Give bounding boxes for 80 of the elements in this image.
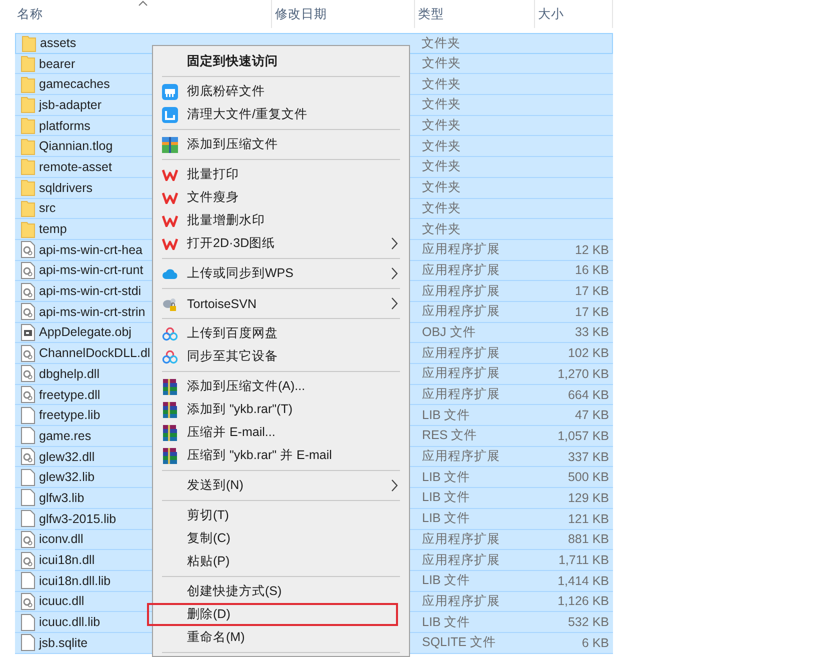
file-type: 文件夹 <box>422 220 461 238</box>
file-name: game.res <box>39 428 92 443</box>
file-name: icuuc.dll.lib <box>39 615 100 630</box>
file-size: 121 KB <box>568 512 609 526</box>
file-name: jsb.sqlite <box>39 636 88 650</box>
file-name: icui18n.dll <box>39 553 95 568</box>
file-name: gamecaches <box>39 77 110 92</box>
file-size: 337 KB <box>568 450 609 464</box>
file-size: 532 KB <box>568 615 609 630</box>
file-size: 881 KB <box>568 532 609 546</box>
file-type: 文件夹 <box>422 96 461 114</box>
file-size: 17 KB <box>574 284 609 298</box>
file-type: LIB 文件 <box>422 572 470 590</box>
file-type: OBJ 文件 <box>422 324 476 341</box>
file-type: 应用程序扩展 <box>422 530 500 548</box>
file-size: 500 KB <box>568 470 609 484</box>
file-name: ChannelDockDLL.dl <box>39 346 150 360</box>
file-type: 文件夹 <box>422 76 461 93</box>
file-name: freetype.lib <box>39 408 100 422</box>
file-size: 17 KB <box>574 304 609 319</box>
file-type: 应用程序扩展 <box>422 303 500 320</box>
file-type: 应用程序扩展 <box>422 552 500 569</box>
file-type: 应用程序扩展 <box>422 344 500 362</box>
file-size: 12 KB <box>574 242 609 257</box>
file-type: 文件夹 <box>422 158 461 176</box>
file-type: 应用程序扩展 <box>422 386 500 404</box>
file-size: 1,057 KB <box>558 428 609 443</box>
file-type: 应用程序扩展 <box>422 262 500 279</box>
file-name: api-ms-win-crt-runt <box>39 263 144 278</box>
file-type: SQLITE 文件 <box>422 634 496 652</box>
file-type: 文件夹 <box>422 117 461 134</box>
file-name: icuuc.dll <box>39 594 84 608</box>
file-size: 664 KB <box>568 388 609 402</box>
file-name: Qiannian.tlog <box>39 139 113 154</box>
file-name: sqldrivers <box>39 180 92 195</box>
file-type: 文件夹 <box>422 55 461 72</box>
file-type: 文件夹 <box>422 138 461 155</box>
file-type: LIB 文件 <box>422 489 470 506</box>
file-type: 文件夹 <box>422 34 461 52</box>
file-size: 1,126 KB <box>558 594 609 608</box>
file-type: LIB 文件 <box>422 510 470 528</box>
file-size: 6 KB <box>582 636 609 650</box>
file-size: 1,270 KB <box>558 366 609 381</box>
file-name: jsb-adapter <box>39 98 102 112</box>
file-size: 33 KB <box>574 325 609 340</box>
file-name: api-ms-win-crt-strin <box>39 304 146 319</box>
file-name: assets <box>40 36 76 50</box>
file-name: glew32.dll <box>39 450 95 464</box>
file-type: LIB 文件 <box>422 468 470 486</box>
file-size: 102 KB <box>568 346 609 360</box>
file-name: glfw3.lib <box>39 490 84 505</box>
file-name: api-ms-win-crt-hea <box>39 242 142 257</box>
file-name: dbghelp.dll <box>39 366 100 381</box>
file-name: api-ms-win-crt-stdi <box>39 284 142 298</box>
file-type: LIB 文件 <box>422 406 470 424</box>
file-name: freetype.dll <box>39 388 100 402</box>
file-type: 应用程序扩展 <box>422 241 500 258</box>
file-name: remote-asset <box>39 160 112 174</box>
file-type: 应用程序扩展 <box>422 365 500 382</box>
file-name: bearer <box>39 56 76 71</box>
file-name: glfw3-2015.lib <box>39 512 116 526</box>
file-type: RES 文件 <box>422 427 478 444</box>
file-type: 应用程序扩展 <box>422 282 500 300</box>
file-size: 129 KB <box>568 490 609 505</box>
file-name: temp <box>39 222 67 236</box>
file-size: 1,414 KB <box>558 574 609 588</box>
file-name: src <box>39 201 56 216</box>
file-type: 应用程序扩展 <box>422 592 500 610</box>
file-size: 1,711 KB <box>558 553 609 568</box>
file-type: 文件夹 <box>422 179 461 196</box>
file-type: 文件夹 <box>422 200 461 217</box>
file-name: glew32.lib <box>39 470 95 484</box>
file-type: LIB 文件 <box>422 614 470 631</box>
file-name: platforms <box>39 118 90 133</box>
file-size: 47 KB <box>574 408 609 422</box>
file-name: icui18n.dll.lib <box>39 574 111 588</box>
file-size: 16 KB <box>574 263 609 278</box>
file-name: iconv.dll <box>39 532 84 546</box>
file-name: AppDelegate.obj <box>39 325 132 340</box>
file-type: 应用程序扩展 <box>422 448 500 466</box>
